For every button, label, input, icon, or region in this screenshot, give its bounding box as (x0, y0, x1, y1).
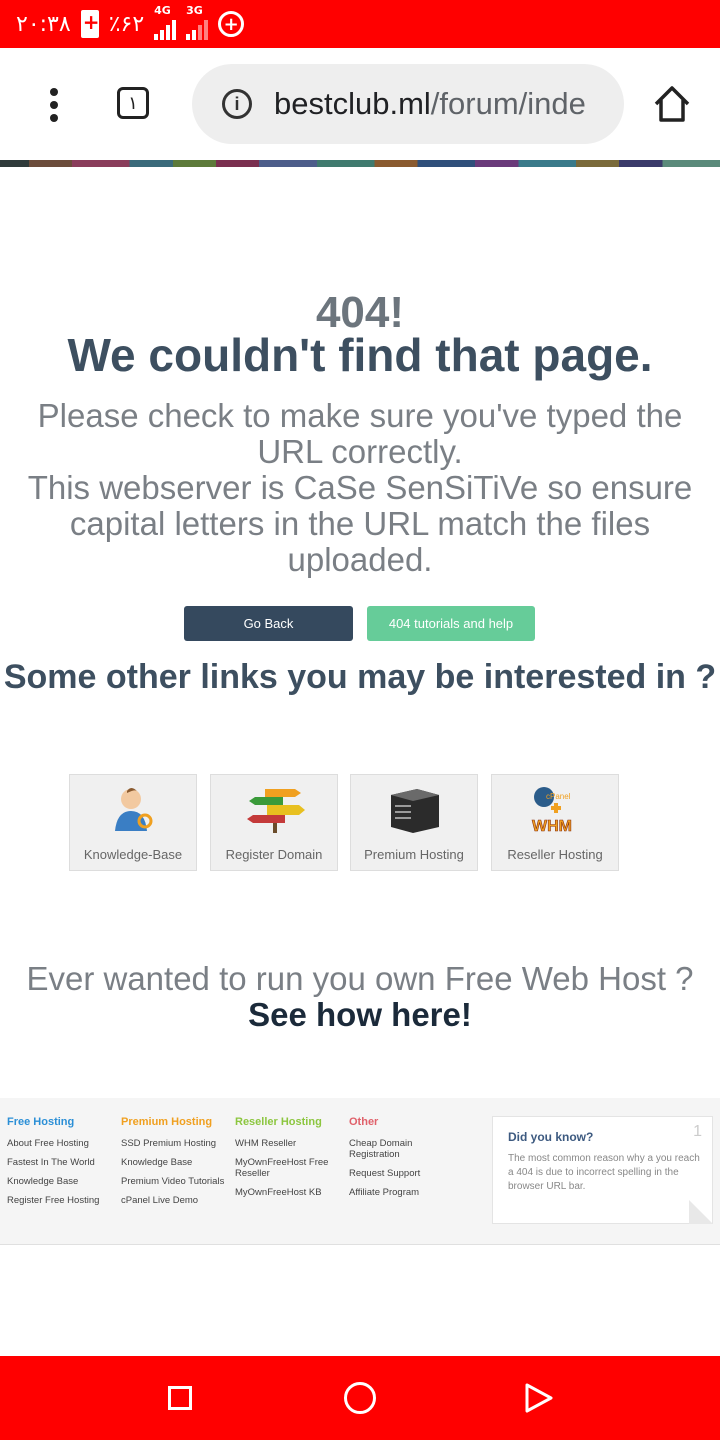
home-button-icon[interactable] (344, 1382, 376, 1414)
error-message-line1: Please check to make sure you've typed t… (37, 397, 683, 470)
data-saver-icon: + (218, 11, 245, 37)
footer-link[interactable]: MyOwnFreeHost KB (235, 1187, 335, 1198)
browser-toolbar: ۱ i bestclub.ml/forum/inde (0, 48, 720, 160)
menu-icon[interactable] (50, 88, 60, 127)
svg-text:WHM: WHM (532, 818, 572, 835)
footer-link[interactable]: Fastest In The World (7, 1157, 117, 1168)
signal-4g-icon: 4G (154, 4, 177, 40)
footer-link[interactable]: Request Support (349, 1168, 434, 1179)
reseller-hosting-tile[interactable]: cPanel WHM Reseller Hosting (491, 774, 619, 871)
premium-hosting-tile[interactable]: Premium Hosting (350, 774, 478, 871)
tutorials-help-button[interactable]: 404 tutorials and help (367, 606, 535, 641)
battery-icon (80, 10, 99, 38)
recent-apps-icon[interactable] (168, 1386, 192, 1410)
did-you-know-title: Did you know? (508, 1130, 594, 1144)
footer-column-premium-hosting: Premium Hosting SSD Premium Hosting Know… (121, 1116, 231, 1214)
tile-label: Register Domain (225, 847, 323, 862)
free-host-promo: Ever wanted to run you own Free Web Host… (26, 960, 694, 997)
clock: ۲۰:۳۸ (16, 11, 71, 37)
header-color-strip (0, 160, 720, 167)
other-links-title: Some other links you may be interested i… (3, 658, 717, 696)
support-person-icon (115, 788, 153, 831)
info-icon[interactable]: i (222, 89, 252, 119)
footer-link[interactable]: MyOwnFreeHost Free Reseller (235, 1157, 335, 1179)
back-icon[interactable] (524, 1382, 554, 1414)
address-bar[interactable]: i bestclub.ml/forum/inde (192, 64, 624, 144)
footer-link[interactable]: Register Free Hosting (7, 1195, 117, 1206)
server-icon (391, 789, 439, 833)
tile-label: Reseller Hosting (507, 847, 603, 862)
footer-column-free-hosting: Free Hosting About Free Hosting Fastest … (7, 1116, 117, 1214)
footer-link[interactable]: SSD Premium Hosting (121, 1138, 231, 1149)
did-you-know-number: 1 (693, 1123, 702, 1140)
footer-link[interactable]: About Free Hosting (7, 1138, 117, 1149)
page-curl (689, 1200, 713, 1224)
tab-switcher-button[interactable]: ۱ (117, 87, 149, 119)
url-text[interactable]: bestclub.ml/forum/inde (274, 86, 586, 122)
footer-link[interactable]: Knowledge Base (121, 1157, 231, 1168)
error-headline: We couldn't find that page. (67, 329, 653, 381)
error-message: Please check to make sure you've typed t… (20, 398, 700, 578)
footer-link[interactable]: WHM Reseller (235, 1138, 335, 1149)
footer-column-other: Other Cheap Domain Registration Request … (349, 1116, 434, 1206)
other-links-tiles: Knowledge-Base Register Domain Premium H… (69, 774, 629, 871)
navigation-bar (0, 1356, 720, 1440)
footer-link[interactable]: cPanel Live Demo (121, 1195, 231, 1206)
footer-link[interactable]: Premium Video Tutorials (121, 1176, 231, 1187)
error-message-line2: This webserver is CaSe SenSiTiVe so ensu… (27, 469, 693, 578)
tile-label: Knowledge-Base (83, 847, 183, 862)
status-bar: ۲۰:۳۸ ٪۶۲ 4G 3G + (0, 0, 720, 48)
cpanel-whm-icon: cPanel WHM (532, 787, 572, 835)
footer-heading[interactable]: Premium Hosting (121, 1116, 231, 1128)
go-back-button[interactable]: Go Back (184, 606, 353, 641)
register-domain-tile[interactable]: Register Domain (210, 774, 338, 871)
domain-signpost-icon (247, 789, 305, 833)
tile-label: Premium Hosting (364, 847, 464, 862)
see-how-link[interactable]: See how here! (0, 996, 720, 1034)
footer-link[interactable]: Cheap Domain Registration (349, 1138, 434, 1160)
footer-link[interactable]: Affiliate Program (349, 1187, 434, 1198)
svg-text:cPanel: cPanel (546, 792, 571, 801)
signal-3g-icon: 3G (186, 4, 209, 40)
footer-link[interactable]: Knowledge Base (7, 1176, 117, 1187)
footer-heading[interactable]: Reseller Hosting (235, 1116, 335, 1128)
footer-heading[interactable]: Free Hosting (7, 1116, 117, 1128)
site-footer: Free Hosting About Free Hosting Fastest … (0, 1098, 720, 1245)
footer-heading[interactable]: Other (349, 1116, 434, 1128)
footer-column-reseller-hosting: Reseller Hosting WHM Reseller MyOwnFreeH… (235, 1116, 335, 1206)
did-you-know-card: Did you know? 1 The most common reason w… (492, 1116, 713, 1224)
knowledge-base-tile[interactable]: Knowledge-Base (69, 774, 197, 871)
did-you-know-body: The most common reason why a you reach a… (508, 1153, 700, 1192)
battery-level: ٪۶۲ (108, 11, 145, 37)
home-icon[interactable] (650, 82, 694, 126)
